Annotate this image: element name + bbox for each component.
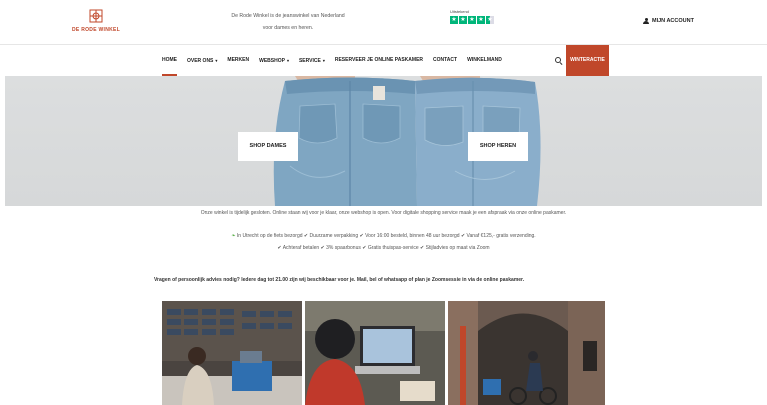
tagline: De Rode Winkel is de jeanswinkel van Ned…: [210, 10, 366, 34]
nav-item-home[interactable]: HOME: [162, 45, 177, 76]
nav-item-winkelmand[interactable]: WINKELMAND: [467, 45, 502, 76]
chevron-down-icon: ▾: [286, 58, 289, 63]
trustpilot-logo: ​: [450, 27, 510, 31]
tagline-line-1: De Rode Winkel is de jeanswinkel van Ned…: [231, 13, 345, 19]
usp-line-2: ✔ Achteraf betalen ✔ 3% spaarbonus ✔ Gra…: [277, 245, 490, 251]
trustpilot-stars: ★ ★ ★ ★ ★: [450, 16, 510, 24]
nav-items: HOME OVER ONS ▾ MERKEN WEBSHOP ▾ SERVICE ▾ …: [162, 45, 512, 76]
store-interior-image: [162, 301, 302, 405]
nav-item-contact[interactable]: CONTACT: [433, 45, 457, 76]
shop-men-button[interactable]: SHOP HEREN: [468, 132, 528, 161]
nav-label: WINKELMAND: [467, 57, 502, 63]
nav-label: MERKEN: [227, 57, 250, 63]
nav-label: CONTACT: [433, 57, 458, 63]
trustpilot-title: Uitstekend: [450, 9, 469, 14]
usp-line-1-text: In Utrecht op de fiets bezorgd ✔ Duurzam…: [236, 233, 536, 239]
search-icon[interactable]: [555, 57, 562, 64]
laptop-service-image: [305, 301, 445, 405]
store-photo-1[interactable]: [162, 301, 302, 405]
main-nav: HOME OVER ONS ▾ MERKEN WEBSHOP ▾ SERVICE ▾ …: [0, 45, 767, 76]
nav-item-over-ons[interactable]: OVER ONS ▾: [187, 45, 217, 76]
chevron-down-icon: ▾: [215, 58, 218, 63]
logo-text: DE RODE WINKEL: [71, 27, 121, 33]
star-icon: ★: [468, 16, 476, 24]
store-photo-3[interactable]: [448, 301, 605, 405]
chevron-down-icon: ▾: [322, 58, 325, 63]
advice-question: Vragen of persoonlijk advies nodig? Iede…: [154, 277, 525, 283]
nav-label: WEBSHOP: [259, 58, 285, 64]
trustpilot-widget[interactable]: Uitstekend ★ ★ ★ ★ ★ ​: [450, 9, 510, 31]
star-icon: ★: [459, 16, 467, 24]
site-header: DE RODE WINKEL De Rode Winkel is de jean…: [0, 0, 767, 44]
account-label: MIJN ACCOUNT: [652, 18, 694, 24]
nav-label: RESERVEER JE ONLINE PASKAMER: [334, 57, 424, 63]
store-photo-2[interactable]: [305, 301, 445, 405]
nav-label: HOME: [162, 57, 177, 63]
nav-item-reserveer[interactable]: RESERVEER JE ONLINE PASKAMER: [335, 45, 423, 76]
nav-label: SERVICE: [298, 58, 321, 64]
bike-delivery-image: [448, 301, 605, 405]
logo-icon: [89, 9, 103, 23]
nav-label: OVER ONS: [187, 58, 214, 64]
tagline-line-2: voor dames en heren.: [262, 25, 314, 31]
winteractie-button[interactable]: WINTERACTIE: [566, 45, 609, 76]
store-logo[interactable]: DE RODE WINKEL: [66, 8, 126, 38]
nav-item-merken[interactable]: MERKEN: [227, 45, 249, 76]
star-icon: ★: [477, 16, 485, 24]
nav-item-service[interactable]: SERVICE ▾: [299, 45, 325, 76]
shop-women-button[interactable]: SHOP DAMES: [238, 132, 298, 161]
leaf-icon: ❧: [231, 233, 236, 239]
hero-banner: SHOP DAMES SHOP HEREN: [5, 76, 762, 206]
store-notice: Onze winkel is tijdelijk gesloten. Onlin…: [200, 210, 567, 216]
nav-item-webshop[interactable]: WEBSHOP ▾: [259, 45, 289, 76]
star-icon: ★: [450, 16, 458, 24]
user-icon: [643, 18, 649, 24]
star-half-icon: ★: [486, 16, 494, 24]
my-account-link[interactable]: MIJN ACCOUNT: [643, 18, 694, 24]
usp-line-1: ❧ In Utrecht op de fiets bezorgd ✔ Duurz…: [0, 233, 767, 239]
